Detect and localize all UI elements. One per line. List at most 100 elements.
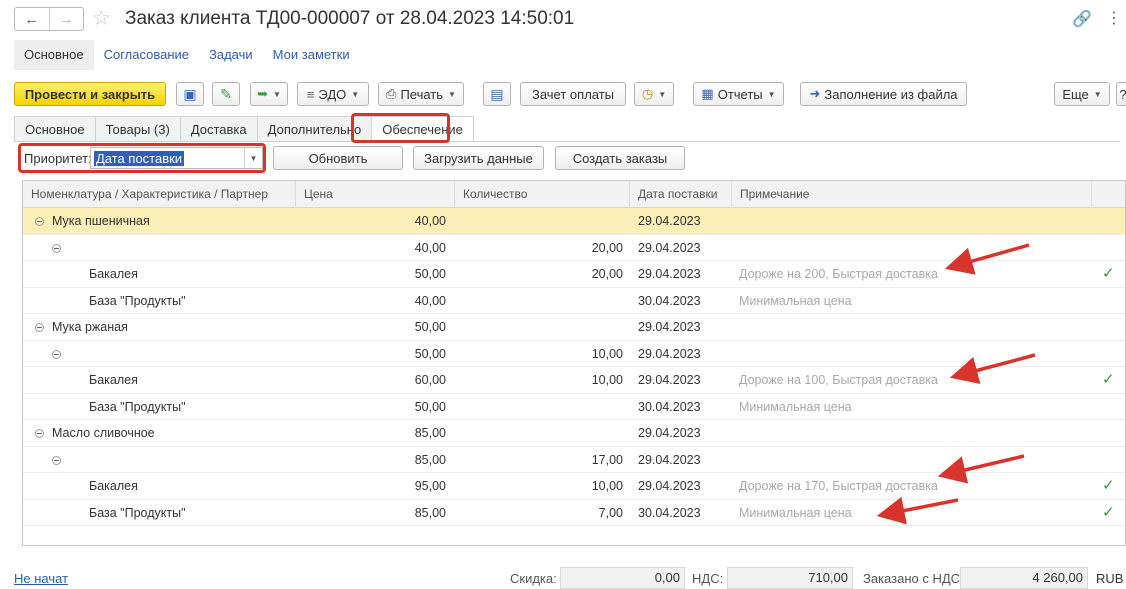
more-button[interactable]: Еще ▼ [1054,82,1110,106]
discount-value: 0,00 [560,567,685,589]
table-row[interactable]: 50,00 10,00 29.04.2023 [23,341,1125,367]
cell-item: База "Продукты" [89,399,186,414]
chevron-down-icon: ▼ [767,89,776,99]
cell-note: Минимальная цена [739,293,852,308]
collapse-toggle-icon[interactable] [52,243,61,253]
check-icon: ✓ [1102,371,1115,388]
collapse-toggle-icon[interactable] [52,349,61,359]
cell-date: 30.04.2023 [638,293,701,308]
link-icon[interactable]: 🔗 [1072,9,1092,29]
cell-price: 40,00 [414,240,446,255]
cell-price: 85,00 [414,426,446,440]
post-button[interactable]: ✎ [212,82,240,106]
table-row[interactable]: Мука пшеничная 40,00 29.04.2023 [23,208,1125,235]
attachments-button[interactable]: ◷ ▼ [634,82,674,106]
chevron-down-icon: ▼ [1093,89,1102,99]
create-based-on-button[interactable]: ➥ ▼ [250,82,288,106]
column-header-date[interactable]: Дата поставки [630,181,732,208]
cell-quantity [455,394,623,420]
fill-from-file-button[interactable]: ➜ Заполнение из файла [800,82,967,106]
cell-quantity [455,314,623,340]
status-link[interactable]: Не начат [14,571,68,586]
cell-quantity: 20,00 [591,267,623,281]
cell-quantity: 7,00 [598,505,623,520]
table-row[interactable]: База "Продукты" 50,00 30.04.2023 Минимальна… [23,394,1125,420]
cell-note: Минимальная цена [739,399,852,414]
column-header-quantity[interactable]: Количество [455,181,630,208]
cell-date: 29.04.2023 [638,320,701,334]
column-header-price[interactable]: Цена [296,181,455,208]
table-row[interactable]: База "Продукты" 40,00 30.04.2023 Минимальна… [23,288,1125,314]
create-based-icon: ➥ [257,86,268,101]
section-approval[interactable]: Согласование [94,40,199,70]
print-label: Печать [400,86,444,102]
cell-item: Бакалея [89,267,138,281]
cell-item: База "Продукты" [89,293,186,308]
priority-highlight-frame [18,143,266,173]
journal-button[interactable]: ▤ [483,82,511,106]
cell-quantity [455,420,623,446]
cell-item: База "Продукты" [89,505,186,520]
save-button[interactable]: ▣ [176,82,204,106]
more-vertical-icon[interactable]: ⋮ [1106,8,1122,28]
table-row[interactable]: База "Продукты" 85,00 7,00 30.04.2023 Минима… [23,500,1125,526]
cell-price: 95,00 [414,479,446,493]
collapse-toggle-icon[interactable] [35,429,44,438]
tab-goods[interactable]: Товары (3) [94,116,180,142]
print-button[interactable]: ⎙ Печать ▼ [378,82,464,106]
column-header-item[interactable]: Номенклатура / Характеристика / Партнер [23,181,296,208]
cell-quantity: 17,00 [591,452,623,467]
tab-main[interactable]: Основное [14,116,95,142]
reports-button[interactable]: ▦ Отчеты ▼ [693,82,784,106]
cell-item: Масло сливочное [52,426,155,440]
arrow-left-icon[interactable]: ← [15,8,49,30]
table-row[interactable]: Мука ржаная 50,00 29.04.2023 [23,314,1125,341]
help-button[interactable]: ? [1116,82,1126,106]
cell-date: 29.04.2023 [638,346,701,361]
table-row[interactable]: Бакалея 95,00 10,00 29.04.2023 Дороже на 170… [23,473,1125,500]
tab-delivery[interactable]: Доставка [179,116,257,142]
cell-item: Бакалея [89,479,138,493]
cell-price: 85,00 [414,452,446,467]
section-notes[interactable]: Мои заметки [263,40,360,70]
cell-item: Мука пшеничная [52,214,150,228]
refresh-button[interactable]: Обновить [273,146,403,170]
post-and-close-button[interactable]: Провести и закрыть [14,82,166,106]
collapse-toggle-icon[interactable] [35,323,44,332]
star-icon[interactable]: ☆ [92,6,111,31]
check-icon: ✓ [1102,265,1115,282]
section-tasks[interactable]: Задачи [199,40,263,70]
cell-price: 50,00 [414,399,446,414]
edo-label: ЭДО [318,86,347,102]
printer-icon: ⎙ [386,86,397,101]
table-row[interactable]: Масло сливочное 85,00 29.04.2023 [23,420,1125,447]
cell-date: 29.04.2023 [638,452,701,467]
load-data-button[interactable]: Загрузить данные [413,146,544,170]
navigation-buttons: ← → [14,7,84,31]
more-label: Еще [1062,86,1089,102]
cell-date: 29.04.2023 [638,373,701,387]
payment-offset-button[interactable]: Зачет оплаты [520,82,626,106]
table-row[interactable]: Бакалея 60,00 10,00 29.04.2023 Дороже на 100… [23,367,1125,394]
table-row[interactable]: Бакалея 50,00 20,00 29.04.2023 Дороже на 200… [23,261,1125,288]
table-row[interactable]: 85,00 17,00 29.04.2023 [23,447,1125,473]
cell-price: 50,00 [414,346,446,361]
arrow-right-icon[interactable]: → [48,8,84,30]
tab-divider [14,141,1120,142]
column-header-flag [1092,181,1125,208]
table-row[interactable]: 40,00 20,00 29.04.2023 [23,235,1125,261]
floppy-disk-icon: ▣ [183,85,197,102]
collapse-toggle-icon[interactable] [35,217,44,226]
document-list-icon: ▤ [490,85,504,102]
create-orders-button[interactable]: Создать заказы [555,146,685,170]
section-main[interactable]: Основное [14,40,94,70]
cell-price: 60,00 [414,373,446,387]
collapse-toggle-icon[interactable] [52,455,61,465]
tab-highlight-frame [351,113,450,143]
edo-button[interactable]: ≡ ЭДО ▼ [297,82,369,106]
cell-price: 85,00 [414,505,446,520]
discount-label: Скидка: [510,571,557,586]
window-title: Заказ клиента ТД00-000007 от 28.04.2023 … [125,8,575,29]
ordered-label: Заказано с НДС: [863,571,964,586]
column-header-note[interactable]: Примечание [732,181,1092,208]
